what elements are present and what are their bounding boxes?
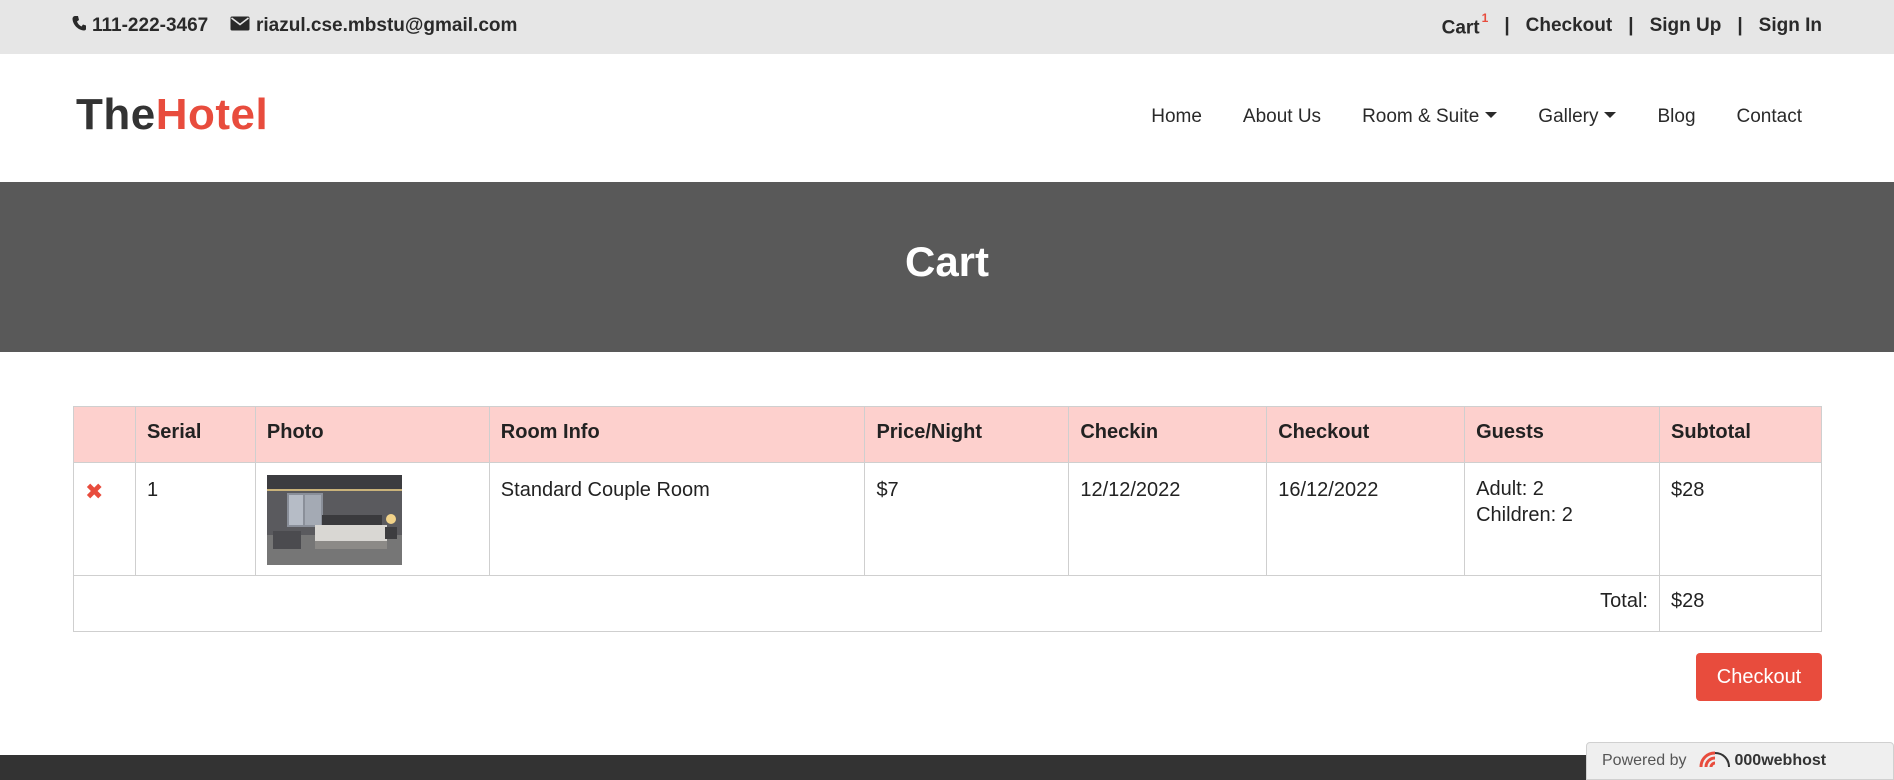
powered-by-badge[interactable]: Powered by 000webhost xyxy=(1586,742,1894,780)
column-header: Price/Night xyxy=(864,406,1070,463)
column-header: Subtotal xyxy=(1658,406,1823,463)
remove-x-icon[interactable]: ✖ xyxy=(85,479,103,504)
room-info-cell: Standard Couple Room xyxy=(488,462,866,576)
account-links: Cart 1 | Checkout | Sign Up | Sign In xyxy=(1441,11,1822,39)
cart-table: Serial Photo Room Info Price/Night Check… xyxy=(73,406,1823,632)
children-count: Children: 2 xyxy=(1476,504,1573,526)
column-header: Room Info xyxy=(488,406,866,463)
main-nav: Home About Us Room & Suite Gallery Blog … xyxy=(1151,106,1802,128)
price-cell: $7 xyxy=(864,462,1070,576)
phone-icon xyxy=(72,15,86,37)
phone-number: 111-222-3467 xyxy=(92,15,209,36)
column-header: Guests xyxy=(1464,406,1660,463)
checkout-button[interactable]: Checkout xyxy=(1696,653,1822,701)
separator: | xyxy=(1737,15,1743,36)
topbar: 111-222-3467 riazul.cse.mbstu@gmail.com … xyxy=(0,0,1894,54)
guests-cell: Adult: 2 Children: 2 xyxy=(1464,462,1660,576)
column-header: Checkout xyxy=(1266,406,1466,463)
logo-part-hotel: Hotel xyxy=(155,90,269,139)
separator: | xyxy=(1628,15,1634,36)
room-photo[interactable] xyxy=(266,475,402,565)
webhost-logo: 000webhost xyxy=(1691,749,1827,773)
email-address: riazul.cse.mbstu@gmail.com xyxy=(256,15,518,36)
checkout-cell: 16/12/2022 xyxy=(1266,462,1466,576)
topbar-email: riazul.cse.mbstu@gmail.com xyxy=(230,15,517,37)
column-header: Photo xyxy=(254,406,490,463)
nav-blog[interactable]: Blog xyxy=(1657,106,1695,128)
cart-count-badge: 1 xyxy=(1481,11,1489,25)
separator: | xyxy=(1504,15,1510,36)
column-header: Checkin xyxy=(1068,406,1268,463)
page-title: Cart xyxy=(904,238,990,285)
column-header xyxy=(73,406,136,463)
checkin-cell: 12/12/2022 xyxy=(1068,462,1268,576)
logo-part-the: The xyxy=(76,90,156,139)
nav-home[interactable]: Home xyxy=(1151,106,1202,128)
table-header-row: Serial Photo Room Info Price/Night Check… xyxy=(73,406,1823,463)
nav-rooms-label: Room & Suite xyxy=(1362,106,1480,127)
cart-link[interactable]: Cart 1 xyxy=(1441,11,1489,39)
total-value: $28 xyxy=(1658,575,1823,632)
cart-link-label: Cart xyxy=(1441,17,1480,39)
powered-by-label: Powered by xyxy=(1602,752,1687,769)
serial-cell: 1 xyxy=(134,462,256,576)
remove-cell: ✖ xyxy=(73,462,136,576)
nav-about[interactable]: About Us xyxy=(1243,106,1321,128)
nav-contact[interactable]: Contact xyxy=(1737,106,1802,128)
nav-gallery[interactable]: Gallery xyxy=(1538,106,1617,128)
nav-gallery-label: Gallery xyxy=(1538,106,1599,127)
caret-down-icon xyxy=(1485,112,1498,118)
photo-cell xyxy=(254,462,490,576)
webhost-icon xyxy=(1699,751,1730,768)
total-label: Total: xyxy=(73,575,1660,632)
subtotal-cell: $28 xyxy=(1658,462,1823,576)
webhost-name: 000webhost xyxy=(1734,752,1827,769)
envelope-icon xyxy=(230,15,250,37)
site-logo[interactable]: TheHotel xyxy=(76,90,268,140)
column-header: Serial xyxy=(134,406,256,463)
table-row: ✖ 1 Standard Couple Room $7 12/12/2022 1… xyxy=(73,462,1823,576)
signin-link[interactable]: Sign In xyxy=(1759,15,1822,37)
caret-down-icon xyxy=(1604,112,1617,118)
topbar-phone: 111-222-3467 xyxy=(72,15,208,37)
checkout-link[interactable]: Checkout xyxy=(1526,15,1613,37)
page-banner: Cart xyxy=(0,182,1894,352)
total-row: Total: $28 xyxy=(73,575,1823,632)
signup-link[interactable]: Sign Up xyxy=(1650,15,1722,37)
nav-rooms[interactable]: Room & Suite xyxy=(1362,106,1498,128)
